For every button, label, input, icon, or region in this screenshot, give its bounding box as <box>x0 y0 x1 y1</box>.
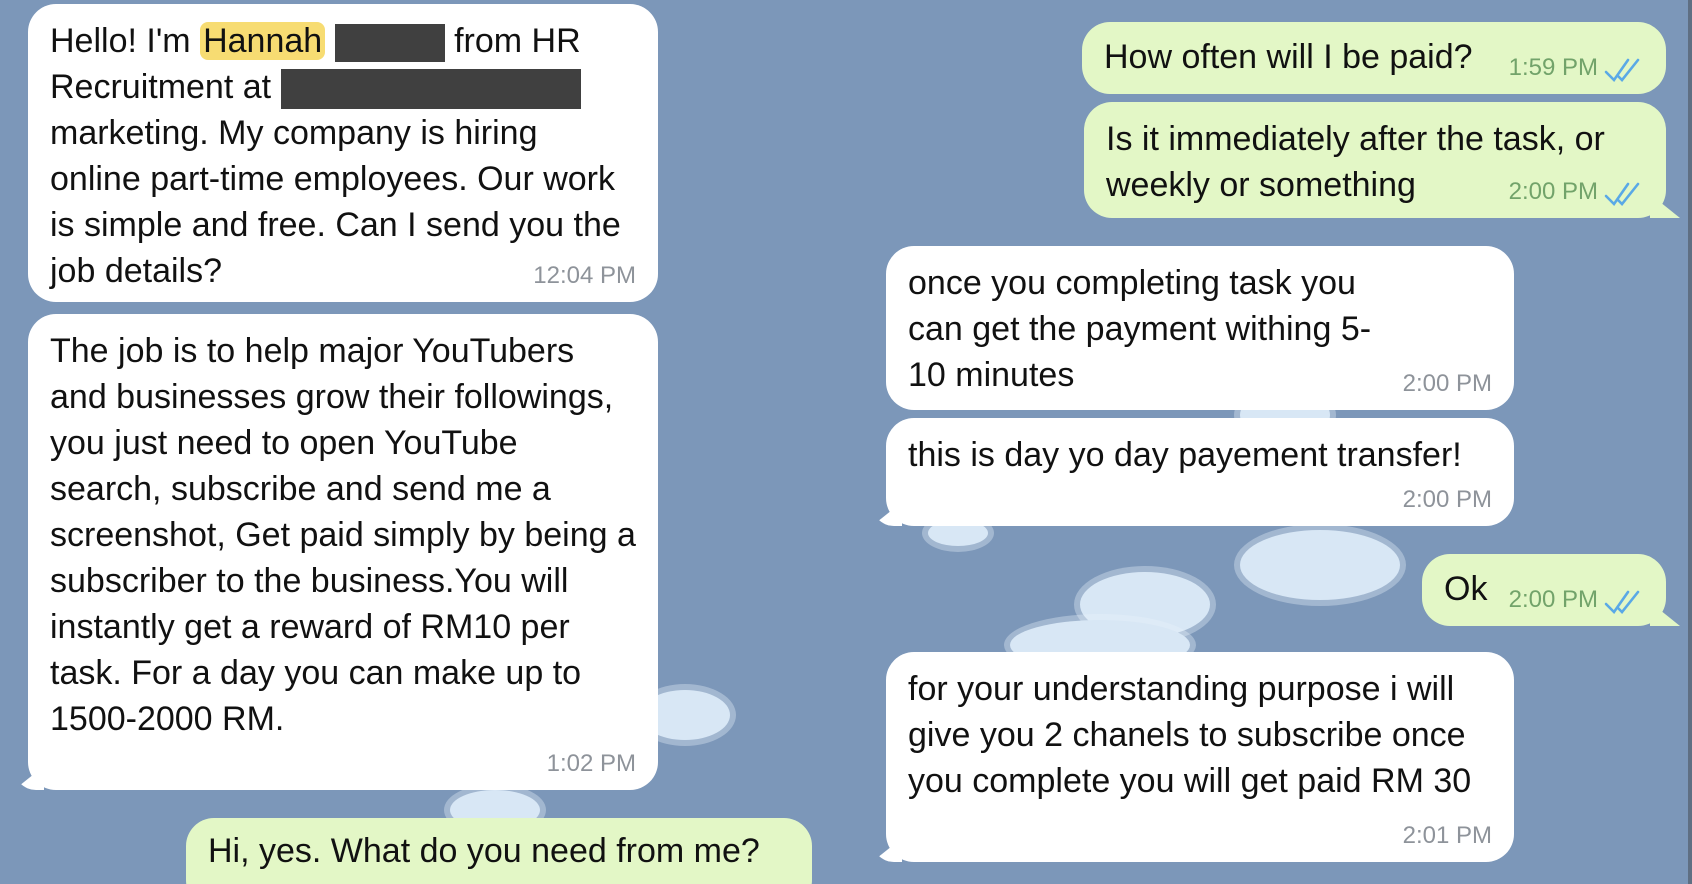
highlighted-name: Hannah <box>200 22 326 60</box>
message-line: Recruitment at <box>50 68 272 106</box>
message-timestamp: 2:00 PM <box>1402 486 1492 513</box>
message-timestamp: 1:59 PM <box>1508 54 1598 81</box>
message-bubble-incoming[interactable]: once you completing task you can get the… <box>886 246 1514 410</box>
cloud-decoration <box>1240 530 1400 600</box>
message-timestamp: 2:00 PM <box>1508 586 1598 613</box>
message-timestamp: 2:00 PM <box>1402 370 1492 397</box>
redacted-block <box>334 24 445 63</box>
message-bubble-outgoing[interactable]: How often will I be paid? 1:59 PM <box>1082 22 1666 94</box>
message-text: Hello! I'm Hannah from HR Recruitment at… <box>50 18 636 294</box>
double-check-icon <box>1604 182 1640 207</box>
message-text: Hi, yes. What do you need from me? <box>208 832 760 870</box>
message-timestamp: 2:01 PM <box>1402 822 1492 849</box>
message-text: for your understanding purpose i will gi… <box>908 670 1472 800</box>
double-check-icon <box>1604 590 1640 615</box>
message-bubble-incoming[interactable]: for your understanding purpose i will gi… <box>886 652 1514 862</box>
message-timestamp: 1:02 PM <box>546 750 636 777</box>
message-text: The job is to help major YouTubers and b… <box>50 332 636 738</box>
chat-right-pane: How often will I be paid? 1:59 PM Is it … <box>830 0 1692 884</box>
message-timestamp: 2:00 PM <box>1508 178 1598 205</box>
message-greeting: Hello! I'm <box>50 22 191 60</box>
message-bubble-outgoing[interactable]: Hi, yes. What do you need from me? <box>186 818 812 884</box>
redacted-block <box>280 69 581 110</box>
message-text: this is day yo day payement transfer! <box>908 436 1462 474</box>
double-check-icon <box>1604 58 1640 83</box>
message-bubble-outgoing[interactable]: Ok 2:00 PM <box>1422 554 1666 626</box>
message-bubble-incoming[interactable]: this is day yo day payement transfer! 2:… <box>886 418 1514 526</box>
message-bubble-incoming[interactable]: Hello! I'm Hannah from HR Recruitment at… <box>28 4 658 302</box>
message-text: once you completing task you can get the… <box>908 264 1372 394</box>
message-from: from HR <box>454 22 581 60</box>
message-bubble-outgoing[interactable]: Is it immediately after the task, or wee… <box>1084 102 1666 218</box>
chat-left-pane: Hello! I'm Hannah from HR Recruitment at… <box>0 0 830 884</box>
message-timestamp: 12:04 PM <box>533 262 636 289</box>
window-edge <box>1688 0 1692 884</box>
message-bubble-incoming[interactable]: The job is to help major YouTubers and b… <box>28 314 658 790</box>
